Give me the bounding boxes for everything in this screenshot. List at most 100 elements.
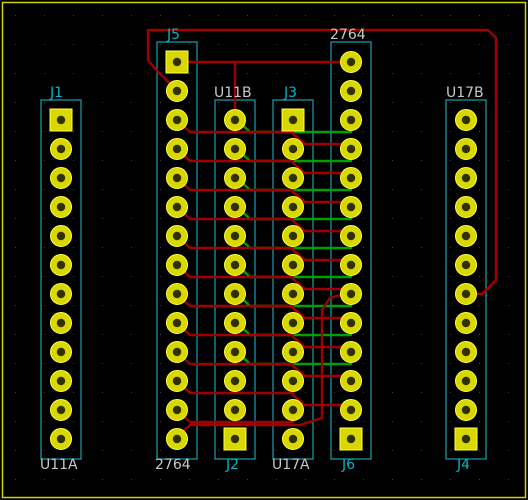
grid-dot [15,392,16,393]
pad-drill-j6 [346,231,356,241]
grid-dot [102,392,103,393]
grid-dot [102,102,103,103]
grid-dot [73,479,74,480]
grid-dot [44,15,45,16]
grid-dot [44,73,45,74]
grid-dot [44,44,45,45]
grid-dot [392,102,393,103]
grid-dot [160,15,161,16]
pad-drill-j1 [56,115,66,125]
grid-dot [102,247,103,248]
pad-drill-j2 [230,434,240,444]
grid-dot [73,334,74,335]
grid-dot [218,450,219,451]
pad-drill-j5 [172,376,182,386]
grid-dot [334,450,335,451]
pad-drill-j5 [172,115,182,125]
pad-drill-j4 [461,347,471,357]
grid-dot [44,218,45,219]
grid-dot [421,276,422,277]
grid-dot [131,392,132,393]
grid-dot [392,421,393,422]
courtyard-j5 [156,41,198,460]
grid-dot [189,73,190,74]
grid-dot [15,15,16,16]
grid-dot [15,218,16,219]
grid-dot [73,160,74,161]
footprint-j4-value: U17B [446,85,484,101]
grid-dot [392,160,393,161]
pad-drill-j6 [346,434,356,444]
grid-dot [189,450,190,451]
pad-drill-j1 [56,231,66,241]
pad-drill-j5 [172,144,182,154]
grid-dot [131,218,132,219]
grid-dot [363,276,364,277]
grid-dot [508,421,509,422]
grid-dot [508,73,509,74]
grid-dot [479,247,480,248]
pcb-canvas[interactable] [0,0,528,500]
grid-dot [305,15,306,16]
grid-dot [15,189,16,190]
grid-dot [247,15,248,16]
grid-dot [44,450,45,451]
grid-dot [363,102,364,103]
pad-drill-j4 [461,173,471,183]
grid-dot [131,479,132,480]
grid-dot [15,421,16,422]
grid-dot [102,160,103,161]
grid-dot [392,218,393,219]
grid-dot [508,363,509,364]
grid-dot [305,44,306,45]
grid-dot [131,102,132,103]
pad-drill-j1 [56,376,66,386]
grid-dot [15,102,16,103]
grid-dot [131,160,132,161]
pad-drill-j2 [230,347,240,357]
front-copper-tracks [146,28,498,439]
grid-dot [131,305,132,306]
grid-dot [421,160,422,161]
grid-dot [276,73,277,74]
grid-dot [479,421,480,422]
grid-dot [479,392,480,393]
pad-drill-j5 [172,57,182,67]
pad-drill-j6 [346,202,356,212]
grid-dot [450,479,451,480]
pad-drill-j2 [230,376,240,386]
grid-dot [160,479,161,480]
pad-drill-j2 [230,202,240,212]
pad-drill-j5 [172,434,182,444]
grid-dot [276,479,277,480]
grid-dot [160,131,161,132]
pad-drill-j1 [56,144,66,154]
grid-dot [392,392,393,393]
grid-dot [363,131,364,132]
pad-drill-j2 [230,173,240,183]
grid-dot [73,363,74,364]
grid-dot [450,247,451,248]
grid-dot [305,450,306,451]
grid-dot [421,479,422,480]
grid-dot [450,276,451,277]
pad-drill-j1 [56,289,66,299]
grid-dot [479,189,480,190]
grid-dot [160,450,161,451]
grid-dot [479,73,480,74]
grid-dot [218,102,219,103]
grid-dot [73,276,74,277]
pad-drill-j6 [346,347,356,357]
grid-dot [189,479,190,480]
grid-dot [334,392,335,393]
footprint-j6-reference: J6 [342,457,356,473]
grid-dot [44,334,45,335]
pads-layer [49,50,478,451]
grid-dot [160,276,161,277]
grid-dot [15,305,16,306]
grid-dot [131,276,132,277]
pad-drill-j6 [346,260,356,270]
grid-dot [508,131,509,132]
grid-dot [131,421,132,422]
grid-dot [247,73,248,74]
